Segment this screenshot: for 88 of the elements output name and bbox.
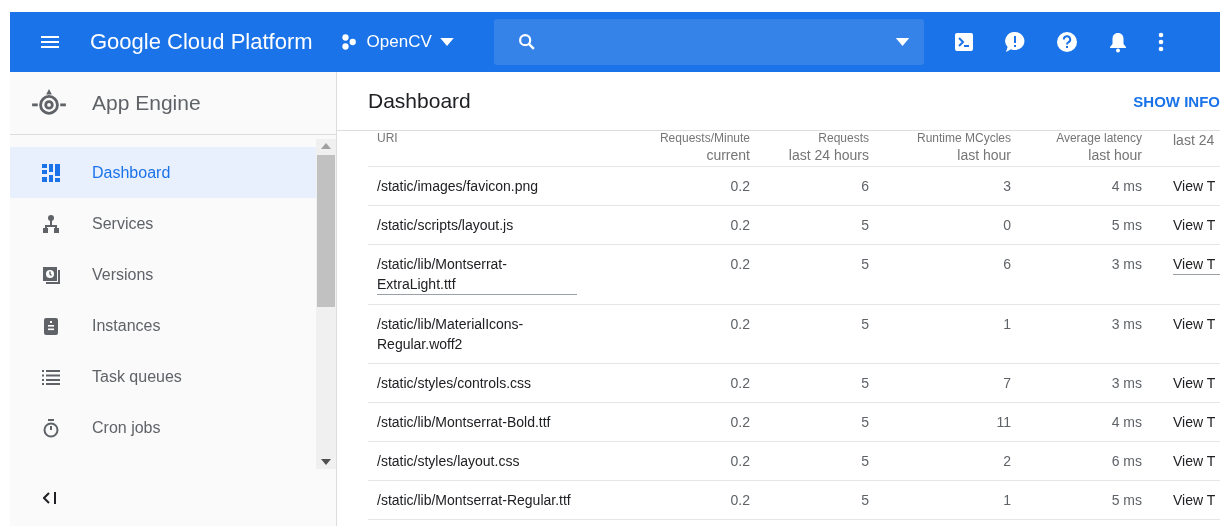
table-cell-text: 11 bbox=[996, 413, 1011, 432]
help-icon[interactable] bbox=[1055, 31, 1078, 53]
caret-icon[interactable] bbox=[894, 37, 910, 47]
feedback-icon[interactable] bbox=[1003, 31, 1026, 53]
table-cell-text: 3 ms bbox=[1111, 374, 1142, 393]
table-cell-text: 0.2 bbox=[730, 452, 750, 471]
table-cell-text: 4 ms bbox=[1111, 177, 1142, 196]
table-cell-text: 0.2 bbox=[730, 413, 750, 432]
table-link[interactable]: View T bbox=[1173, 314, 1220, 334]
column-subheader: last hour bbox=[957, 146, 1011, 164]
project-selector[interactable]: OpenCV bbox=[340, 32, 454, 52]
table-link[interactable]: /static/styles/controls.css bbox=[377, 373, 577, 393]
caret-icon bbox=[439, 37, 454, 47]
table-cell-text: 3 ms bbox=[1111, 315, 1142, 334]
table-link[interactable]: /static/lib/MaterialIcons-Regular.woff2 bbox=[377, 314, 577, 354]
table-cell-text: 0.2 bbox=[730, 216, 750, 235]
versions-icon bbox=[41, 264, 61, 285]
table-link[interactable]: /static/lib/Montserrat-Bold.ttf bbox=[377, 412, 577, 432]
table-cell-text: 5 bbox=[861, 315, 869, 334]
table-link[interactable]: /static/lib/Montserrat-ExtraLight.ttf bbox=[377, 254, 577, 295]
product-title[interactable]: Google Cloud Platform bbox=[90, 29, 313, 55]
table-cell-text: 0.2 bbox=[730, 315, 750, 334]
table-link[interactable]: /static/images/favicon.png bbox=[377, 176, 577, 196]
table-cell-text: 5 bbox=[861, 452, 869, 471]
nav-item[interactable]: Versions bbox=[10, 249, 316, 300]
table-cell-text: 5 bbox=[861, 413, 869, 432]
table-cell-text: 0.2 bbox=[730, 491, 750, 510]
show-info-link[interactable]: SHOW INFO bbox=[1133, 92, 1220, 110]
page-title: Dashboard bbox=[368, 89, 471, 113]
column-header: Average latency bbox=[1056, 131, 1142, 146]
table-link[interactable]: View T bbox=[1173, 412, 1220, 432]
table-cell-text: 3 bbox=[1003, 177, 1011, 196]
table-cell-text: 5 bbox=[861, 216, 869, 235]
table-cell-text: 0 bbox=[1003, 216, 1011, 235]
table-cell-text: 5 bbox=[861, 374, 869, 393]
column-header: Requests bbox=[818, 131, 869, 146]
table-cell-text: 0.2 bbox=[730, 177, 750, 196]
table-link[interactable]: View T bbox=[1173, 451, 1220, 471]
nav-item[interactable]: Task queues bbox=[10, 351, 316, 402]
hexagons-icon bbox=[340, 33, 359, 51]
column-subheader: last 24 bbox=[1173, 131, 1216, 149]
table-link[interactable]: View T bbox=[1173, 254, 1220, 275]
column-subheader: last 24 hours bbox=[788, 146, 869, 164]
down-arrow-icon[interactable] bbox=[321, 459, 331, 465]
table-cell-text: 7 bbox=[1003, 374, 1011, 393]
column-header: Runtime MCycles bbox=[916, 131, 1011, 146]
table-cell-text: 5 ms bbox=[1111, 216, 1142, 235]
table-cell-text: 4 ms bbox=[1111, 413, 1142, 432]
table-cell-text: 0.2 bbox=[730, 374, 750, 393]
nav-item[interactable]: Cron jobs bbox=[10, 402, 316, 453]
scrollbar[interactable] bbox=[316, 139, 336, 469]
search-field[interactable] bbox=[493, 19, 924, 65]
nav-item[interactable]: Services bbox=[10, 198, 316, 249]
table-cell-text: 6 bbox=[861, 177, 869, 196]
up-arrow-icon[interactable] bbox=[321, 143, 331, 149]
table-link[interactable]: View T bbox=[1173, 176, 1220, 196]
more-icon[interactable] bbox=[1157, 32, 1164, 52]
table-cell-text: 1 bbox=[1003, 491, 1011, 510]
column-header: Requests/Minute bbox=[659, 131, 750, 146]
table-link[interactable]: /static/styles/layout.css bbox=[377, 451, 577, 471]
table-cell-text: 5 bbox=[861, 255, 869, 274]
section-title: App Engine bbox=[92, 91, 201, 115]
app-engine-icon bbox=[30, 88, 68, 118]
table-cell-text: 1 bbox=[1003, 315, 1011, 334]
nav-item[interactable]: Instances bbox=[10, 300, 316, 351]
table-link[interactable]: View T bbox=[1173, 490, 1220, 510]
table-cell-text: 6 ms bbox=[1111, 452, 1142, 471]
collapse-icon[interactable] bbox=[43, 491, 57, 504]
table-link[interactable]: /static/lib/Montserrat-Regular.ttf bbox=[377, 490, 577, 510]
table-cell-text: 6 bbox=[1003, 255, 1011, 274]
terminal-icon[interactable] bbox=[953, 32, 974, 52]
column-header: URI bbox=[377, 131, 399, 146]
hierarchy-icon bbox=[41, 213, 61, 234]
table-cell-text: 5 bbox=[861, 491, 869, 510]
table-link[interactable]: View T bbox=[1173, 373, 1220, 393]
dashboard-icon bbox=[41, 162, 61, 183]
table-link[interactable]: /static/scripts/layout.js bbox=[377, 215, 577, 235]
table-cell-text: 3 ms bbox=[1111, 255, 1142, 274]
stopwatch-icon bbox=[41, 417, 61, 438]
nav-item[interactable]: Dashboard bbox=[10, 147, 316, 198]
table-link[interactable]: View T bbox=[1173, 215, 1220, 235]
column-subheader: current bbox=[706, 146, 750, 164]
table-cell-text: 0.2 bbox=[730, 255, 750, 274]
table-cell-text: 5 ms bbox=[1111, 491, 1142, 510]
table-cell-text: 2 bbox=[1003, 452, 1011, 471]
column-subheader: last hour bbox=[1088, 146, 1142, 164]
bell-icon[interactable] bbox=[1107, 31, 1128, 53]
instances-icon bbox=[41, 315, 61, 336]
